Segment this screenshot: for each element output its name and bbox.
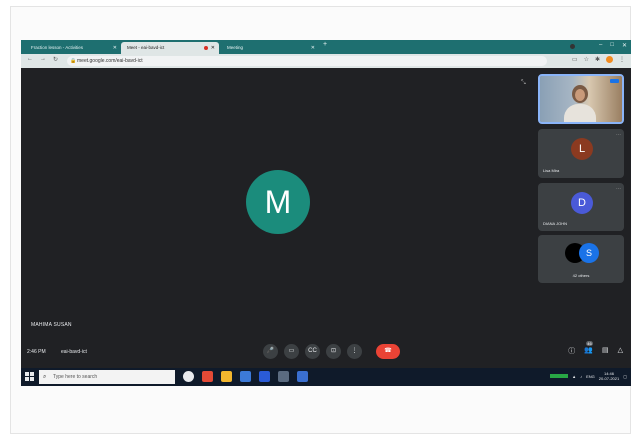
- participant-name: Lisa Mira: [543, 168, 560, 173]
- camera-button[interactable]: ▭: [284, 344, 299, 359]
- meet-control-bar: 2:46 PM eai-bavd-ict 🎤 ▭ CC ⊡ ⋮ ☎ ⓘ 46 👥…: [21, 340, 631, 364]
- volume-icon[interactable]: ♪: [580, 374, 582, 379]
- notifications-icon[interactable]: ▢: [623, 374, 627, 379]
- back-icon[interactable]: ←: [27, 56, 33, 63]
- tab-meeting[interactable]: Meeting ✕: [221, 42, 319, 54]
- taskbar-search-input[interactable]: ⌕ Type here to search: [39, 370, 175, 384]
- participant-avatar: D: [571, 192, 593, 214]
- activities-icon[interactable]: △: [618, 346, 623, 356]
- mic-muted-icon: ⋯: [616, 132, 621, 138]
- more-options-badge[interactable]: [610, 79, 619, 83]
- main-speaker-avatar: M: [246, 170, 310, 234]
- language-indicator[interactable]: ENG: [586, 374, 595, 379]
- recording-dot-icon: [204, 46, 208, 50]
- tab-meet[interactable]: Meet - eai-bavd-ict ✕: [121, 42, 219, 54]
- chrome-icon[interactable]: [202, 371, 213, 382]
- call-controls: 🎤 ▭ CC ⊡ ⋮ ☎: [263, 344, 400, 359]
- close-window-button[interactable]: ✕: [622, 42, 627, 49]
- extensions-icon[interactable]: ✱: [595, 56, 600, 63]
- end-call-button[interactable]: ☎: [376, 344, 400, 359]
- participant-tile-diana[interactable]: ⋯ D DIANA JOHN: [538, 183, 624, 231]
- windows-start-icon[interactable]: [25, 372, 35, 382]
- window-controls: – □ ✕: [599, 42, 627, 49]
- meet-side-controls: ⓘ 46 👥 ▤ △: [568, 341, 623, 356]
- participant-tile-lisa[interactable]: ⋯ L Lisa Mira: [538, 129, 624, 178]
- speaker-name-label: MAHIMA SUSAN: [31, 322, 72, 328]
- menu-kebab-icon[interactable]: ⋮: [619, 56, 625, 63]
- reload-icon[interactable]: ↻: [53, 56, 58, 63]
- search-placeholder: Type here to search: [53, 374, 98, 380]
- url-bar[interactable]: 🔒 meet.google.com/eai-bavd-ict: [67, 56, 547, 66]
- others-count-label: 42 others: [572, 273, 590, 278]
- battery-bar-icon: [550, 374, 569, 378]
- edge-icon[interactable]: [240, 371, 251, 382]
- close-tab-icon[interactable]: ✕: [211, 42, 215, 54]
- extension-orange-icon[interactable]: [606, 56, 613, 63]
- taskbar-clock[interactable]: 14:46 20-07-2021: [599, 371, 619, 381]
- address-bar-row: ← → ↻ 🔒 meet.google.com/eai-bavd-ict ▭ ☆…: [21, 54, 631, 68]
- word-icon[interactable]: [259, 371, 270, 382]
- windows-taskbar: ⌕ Type here to search ▲ ♪ ENG 14:46 20-0…: [21, 368, 631, 386]
- app-icon[interactable]: [278, 371, 289, 382]
- video-person-body: [564, 104, 596, 122]
- participant-tile-self-video[interactable]: [538, 74, 624, 124]
- clock-date: 20-07-2021: [598, 376, 620, 381]
- tab-label: Fraction lesson - Activities: [31, 45, 84, 50]
- url-text: meet.google.com/eai-bavd-ict: [77, 58, 143, 64]
- search-icon: ⌕: [43, 374, 47, 380]
- desktop-screen: Fraction lesson - Activities ✕ Meet - ea…: [21, 40, 631, 386]
- mic-muted-icon: ⋯: [616, 186, 621, 192]
- close-tab-icon[interactable]: ✕: [311, 42, 315, 54]
- more-options-button[interactable]: ⋮: [347, 344, 362, 359]
- store-icon[interactable]: [297, 371, 308, 382]
- start-logo-part: [25, 372, 29, 376]
- address-bar-icons: ▭ ☆ ✱ ⋮: [572, 56, 625, 63]
- file-explorer-icon[interactable]: [221, 371, 232, 382]
- tab-label: Meeting: [227, 45, 244, 50]
- browser-tab-strip: Fraction lesson - Activities ✕ Meet - ea…: [21, 40, 631, 54]
- start-logo-part: [30, 372, 34, 376]
- cortana-icon[interactable]: [183, 371, 194, 382]
- participant-avatar: L: [571, 138, 593, 160]
- new-tab-button[interactable]: +: [323, 41, 327, 48]
- present-button[interactable]: ⊡: [326, 344, 341, 359]
- close-tab-icon[interactable]: ✕: [113, 42, 117, 54]
- meeting-time: 2:46 PM: [27, 349, 46, 355]
- maximize-button[interactable]: □: [610, 42, 614, 49]
- tab-fraction-lesson[interactable]: Fraction lesson - Activities ✕: [25, 42, 121, 54]
- profile-icon[interactable]: [570, 44, 575, 49]
- taskbar-apps: [183, 371, 308, 382]
- people-count-badge: 46: [586, 341, 593, 346]
- tab-label: Meet - eai-bavd-ict: [127, 45, 165, 50]
- participant-tile-others[interactable]: S 42 others: [538, 235, 624, 283]
- people-button[interactable]: 46 👥: [584, 341, 593, 356]
- forward-icon[interactable]: →: [40, 56, 46, 63]
- participant-avatar: S: [579, 243, 599, 263]
- nav-buttons: ← → ↻: [27, 56, 58, 63]
- people-icon: 👥: [584, 347, 593, 354]
- minimize-button[interactable]: –: [599, 42, 602, 49]
- video-person-face: [575, 89, 585, 101]
- star-icon[interactable]: ☆: [584, 56, 589, 63]
- start-logo-part: [25, 377, 29, 381]
- meet-stage: ⤡ M MAHIMA SUSAN ⋯ L Lisa Mira ⋯ D DIANA…: [21, 68, 631, 368]
- start-logo-part: [30, 377, 34, 381]
- lock-icon: 🔒: [70, 58, 77, 64]
- chat-icon[interactable]: ▤: [602, 346, 609, 356]
- network-icon[interactable]: ▲: [572, 374, 576, 379]
- system-tray: ▲ ♪ ENG 14:46 20-07-2021 ▢: [550, 371, 627, 381]
- mic-button[interactable]: 🎤: [263, 344, 278, 359]
- meeting-code[interactable]: eai-bavd-ict: [61, 349, 87, 355]
- participant-name: DIANA JOHN: [543, 221, 568, 226]
- captions-button[interactable]: CC: [305, 344, 320, 359]
- meeting-details-icon[interactable]: ⓘ: [568, 346, 575, 356]
- others-avatars: S: [565, 243, 599, 263]
- pin-icon[interactable]: ⤡: [521, 80, 526, 87]
- camera-permission-icon[interactable]: ▭: [572, 56, 578, 63]
